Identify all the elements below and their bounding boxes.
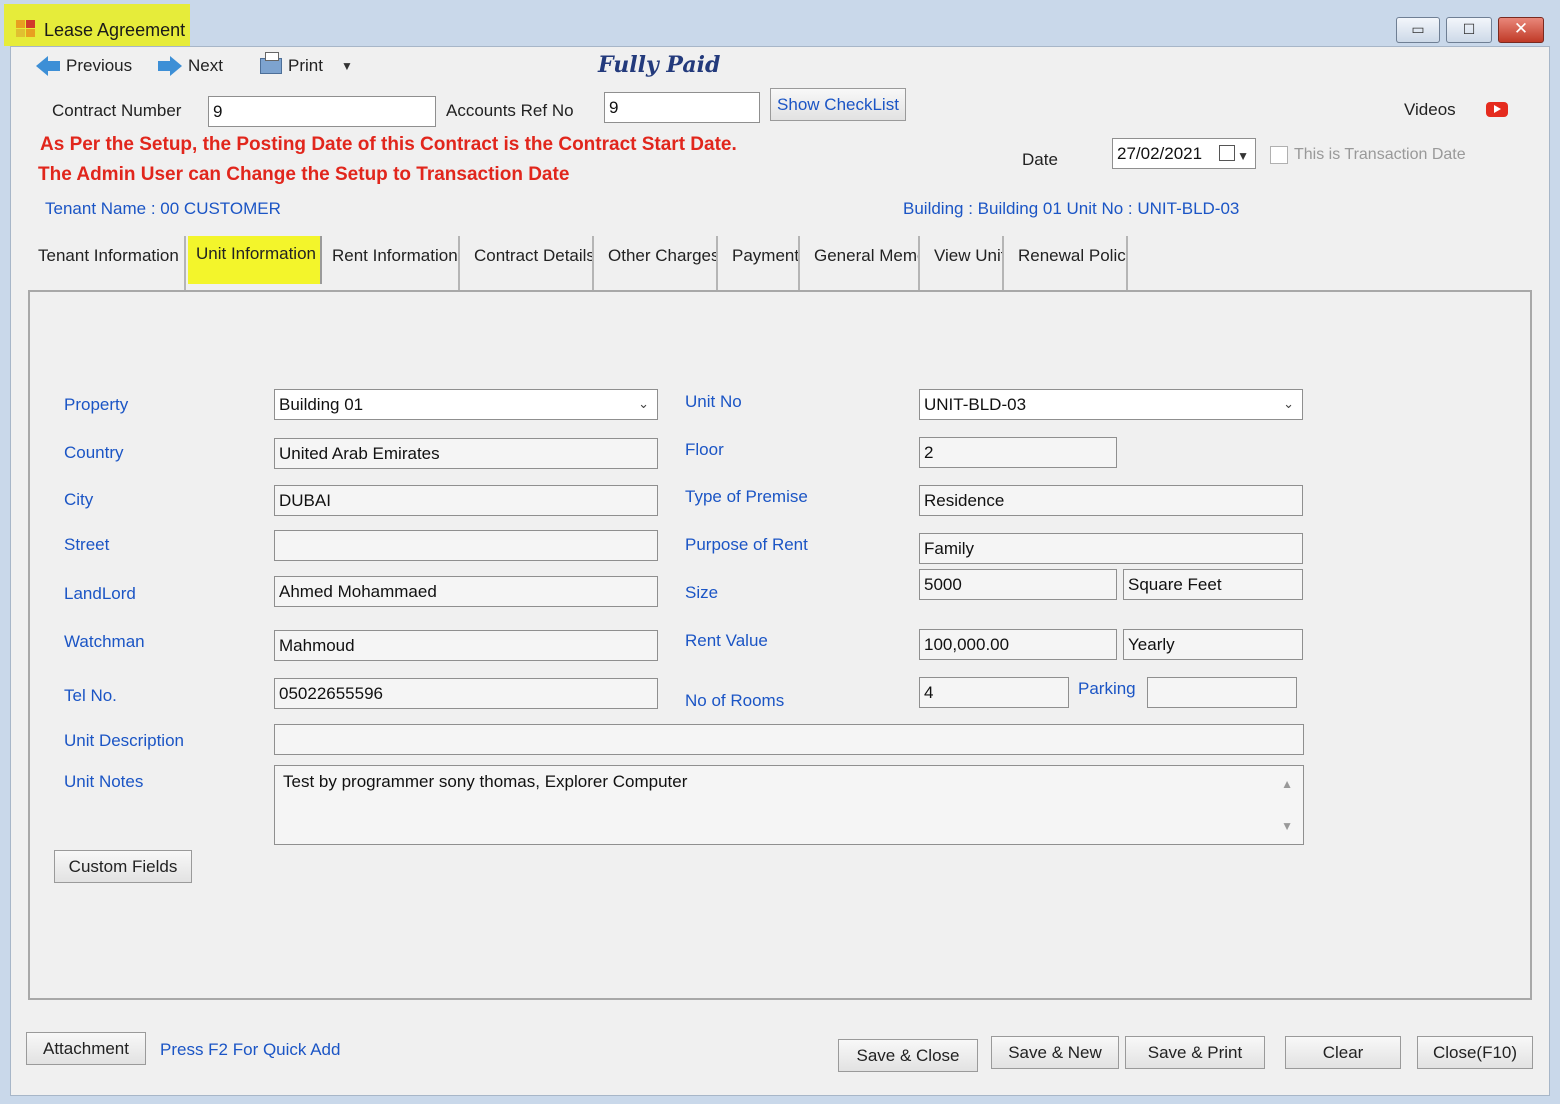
printer-icon bbox=[260, 52, 282, 74]
tab-contract-details[interactable]: Contract Details bbox=[466, 236, 594, 290]
street-field[interactable] bbox=[274, 530, 658, 561]
city-label: City bbox=[64, 490, 94, 509]
unit-notes-value: Test by programmer sony thomas, Explorer… bbox=[283, 772, 688, 791]
chevron-down-icon[interactable]: ▼ bbox=[1237, 144, 1249, 168]
tab-renewal-policy[interactable]: Renewal Policy bbox=[1010, 236, 1128, 290]
tab-view-unit[interactable]: View Unit bbox=[926, 236, 1004, 290]
accounts-ref-input[interactable]: 9 bbox=[604, 92, 760, 123]
clear-button[interactable]: Clear bbox=[1285, 1036, 1401, 1069]
tab-general-memo[interactable]: General Memo bbox=[806, 236, 920, 290]
lease-agreement-window: Lease Agreement ▭ ☐ ✕ Previous Next Prin… bbox=[0, 0, 1560, 1104]
accounts-ref-label: Accounts Ref No bbox=[446, 101, 574, 120]
tenant-name-label: Tenant Name : 00 CUSTOMER bbox=[45, 199, 281, 218]
contract-number-label: Contract Number bbox=[52, 101, 182, 120]
unit-information-panel bbox=[28, 290, 1532, 1000]
city-field[interactable]: DUBAI bbox=[274, 485, 658, 516]
landlord-label: LandLord bbox=[64, 584, 136, 603]
parking-label: Parking bbox=[1078, 679, 1136, 698]
landlord-field[interactable]: Ahmed Mohammaed bbox=[274, 576, 658, 607]
tel-field[interactable]: 05022655596 bbox=[274, 678, 658, 709]
country-label: Country bbox=[64, 443, 124, 462]
rent-value-field[interactable]: 100,000.00 bbox=[919, 629, 1117, 660]
rent-period-field[interactable]: Yearly bbox=[1123, 629, 1303, 660]
date-value: 27/02/2021 bbox=[1117, 144, 1203, 163]
youtube-icon[interactable] bbox=[1486, 102, 1508, 117]
show-checklist-button[interactable]: Show CheckList bbox=[770, 88, 906, 121]
setup-change-warning: The Admin User can Change the Setup to T… bbox=[38, 164, 570, 185]
scroll-down-icon[interactable]: ▼ bbox=[1281, 814, 1293, 838]
watchman-field[interactable]: Mahmoud bbox=[274, 630, 658, 661]
print-label: Print bbox=[288, 56, 323, 75]
tab-unit-information[interactable]: Unit Information bbox=[188, 236, 322, 284]
unit-description-field[interactable] bbox=[274, 724, 1304, 755]
save-new-button[interactable]: Save & New bbox=[991, 1036, 1119, 1069]
floor-label: Floor bbox=[685, 440, 724, 459]
type-of-premise-field[interactable]: Residence bbox=[919, 485, 1303, 516]
unit-no-label: Unit No bbox=[685, 392, 742, 411]
window-title: Lease Agreement bbox=[44, 20, 186, 40]
transaction-date-label: This is Transaction Date bbox=[1294, 146, 1466, 163]
country-field[interactable]: United Arab Emirates bbox=[274, 438, 658, 469]
street-label: Street bbox=[64, 535, 110, 554]
print-button[interactable]: Print ▼ bbox=[260, 52, 353, 76]
floor-field[interactable]: 2 bbox=[919, 437, 1117, 468]
property-label: Property bbox=[64, 395, 129, 414]
calendar-icon[interactable] bbox=[1219, 145, 1235, 161]
tel-label: Tel No. bbox=[64, 686, 117, 705]
unit-notes-label: Unit Notes bbox=[64, 772, 144, 791]
date-picker[interactable]: 27/02/2021 ▼ bbox=[1112, 138, 1256, 169]
close-window-button[interactable]: ✕ bbox=[1498, 17, 1544, 43]
custom-fields-button[interactable]: Custom Fields bbox=[54, 850, 192, 883]
size-field[interactable]: 5000 bbox=[919, 569, 1117, 600]
app-icon bbox=[16, 20, 36, 38]
size-unit-field[interactable]: Square Feet bbox=[1123, 569, 1303, 600]
unit-no-value: UNIT-BLD-03 bbox=[924, 395, 1027, 414]
size-label: Size bbox=[685, 583, 719, 602]
scroll-up-icon[interactable]: ▲ bbox=[1281, 772, 1293, 796]
no-of-rooms-label: No of Rooms bbox=[685, 691, 785, 710]
posting-date-warning: As Per the Setup, the Posting Date of th… bbox=[40, 134, 737, 155]
parking-field[interactable] bbox=[1147, 677, 1297, 708]
videos-label: Videos bbox=[1404, 100, 1456, 119]
watchman-label: Watchman bbox=[64, 632, 145, 651]
arrow-right-icon bbox=[158, 56, 182, 76]
building-unit-label: Building : Building 01 Unit No : UNIT-BL… bbox=[903, 199, 1240, 218]
property-value: Building 01 bbox=[279, 395, 364, 414]
rent-value-label: Rent Value bbox=[685, 631, 768, 650]
arrow-left-icon bbox=[36, 56, 60, 76]
maximize-button[interactable]: ☐ bbox=[1446, 17, 1492, 43]
chevron-down-icon[interactable]: ▼ bbox=[341, 59, 353, 73]
chevron-down-icon[interactable]: ⌄ bbox=[1283, 392, 1294, 416]
tab-tenant-information[interactable]: Tenant Information bbox=[30, 236, 186, 290]
date-label: Date bbox=[1022, 150, 1058, 169]
unit-notes-textarea[interactable]: Test by programmer sony thomas, Explorer… bbox=[274, 765, 1304, 845]
payment-status: Fully Paid bbox=[598, 52, 721, 78]
quick-add-hint: Press F2 For Quick Add bbox=[160, 1040, 341, 1059]
minimize-button[interactable]: ▭ bbox=[1396, 17, 1440, 43]
checkbox-box[interactable] bbox=[1270, 146, 1288, 164]
save-close-button[interactable]: Save & Close bbox=[838, 1039, 978, 1072]
purpose-of-rent-label: Purpose of Rent bbox=[685, 535, 808, 554]
close-f10-button[interactable]: Close(F10) bbox=[1417, 1036, 1533, 1069]
property-select[interactable]: Building 01 ⌄ bbox=[274, 389, 658, 420]
tab-payment[interactable]: Payment bbox=[724, 236, 800, 290]
unit-description-label: Unit Description bbox=[64, 731, 184, 750]
tab-rent-information[interactable]: Rent Information bbox=[324, 236, 460, 290]
transaction-date-checkbox[interactable]: This is Transaction Date bbox=[1270, 146, 1466, 164]
type-of-premise-label: Type of Premise bbox=[685, 487, 808, 506]
save-print-button[interactable]: Save & Print bbox=[1125, 1036, 1265, 1069]
tab-other-charges[interactable]: Other Charges bbox=[600, 236, 718, 290]
chevron-down-icon[interactable]: ⌄ bbox=[638, 392, 649, 416]
previous-button[interactable]: Previous bbox=[36, 56, 132, 76]
contract-number-input[interactable]: 9 bbox=[208, 96, 436, 127]
previous-label: Previous bbox=[66, 56, 133, 75]
next-button[interactable]: Next bbox=[158, 56, 223, 76]
next-label: Next bbox=[188, 56, 223, 75]
attachment-button[interactable]: Attachment bbox=[26, 1032, 146, 1065]
no-of-rooms-field[interactable]: 4 bbox=[919, 677, 1069, 708]
purpose-of-rent-field[interactable]: Family bbox=[919, 533, 1303, 564]
unit-no-select[interactable]: UNIT-BLD-03 ⌄ bbox=[919, 389, 1303, 420]
